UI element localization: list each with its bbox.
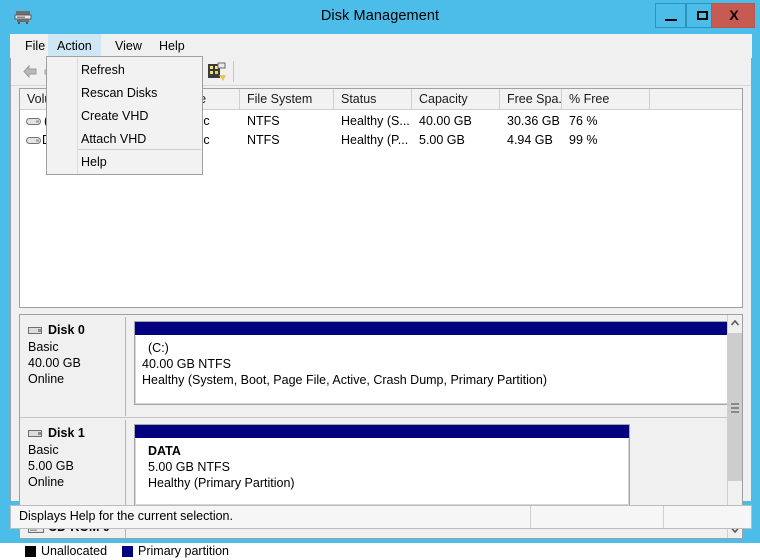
status-divider xyxy=(530,506,531,528)
menu-view[interactable]: View xyxy=(106,34,151,58)
cell-file-system: NTFS xyxy=(247,114,280,128)
maximize-icon xyxy=(697,11,708,20)
cell-status: Healthy (S... xyxy=(341,114,410,128)
partition-area-1: DATA 5.00 GB NTFS Healthy (Primary Parti… xyxy=(130,420,726,516)
partition-c[interactable]: (C:) 40.00 GB NTFS Healthy (System, Boot… xyxy=(134,321,742,405)
status-divider xyxy=(663,506,664,528)
minimize-button[interactable] xyxy=(655,3,686,28)
cell-file-system: NTFS xyxy=(247,133,280,147)
partition-details: (C:) 40.00 GB NTFS Healthy (System, Boot… xyxy=(135,336,741,404)
grip-line xyxy=(731,411,739,413)
disk-size: 40.00 GB xyxy=(28,356,81,370)
cell-capacity: 40.00 GB xyxy=(419,114,472,128)
menu-bar: File Action View Help xyxy=(10,34,752,58)
close-icon: X xyxy=(729,7,739,23)
partition-label: DATA xyxy=(148,444,181,458)
scrollbar-thumb[interactable] xyxy=(728,333,742,481)
cell-percent-free: 76 % xyxy=(569,114,598,128)
disk-row-0[interactable]: Disk 0 Basic 40.00 GB Online (C:) 40.00 … xyxy=(20,315,742,418)
back-arrow-icon[interactable] xyxy=(21,63,39,80)
menu-item-rescan-disks[interactable]: Rescan Disks xyxy=(48,82,202,105)
disk-management-window: Disk Management X File Action View Help xyxy=(0,0,760,558)
legend-swatch-primary xyxy=(122,546,133,557)
grip-line xyxy=(731,407,739,409)
grip-line xyxy=(731,403,739,405)
disk-title: Disk 1 xyxy=(28,426,125,442)
partition-details: DATA 5.00 GB NTFS Healthy (Primary Parti… xyxy=(135,439,629,505)
legend: Unallocated Primary partition xyxy=(19,544,743,560)
disk-drive-icon xyxy=(28,428,44,439)
menu-item-help[interactable]: Help xyxy=(48,151,202,174)
window-title: Disk Management xyxy=(320,8,440,24)
volume-drive-icon xyxy=(26,116,41,127)
toolbar-separator xyxy=(233,61,234,82)
disk-row-1[interactable]: Disk 1 Basic 5.00 GB Online DATA 5.00 GB… xyxy=(20,418,728,519)
legend-label-unallocated: Unallocated xyxy=(41,544,108,558)
cell-free-space: 4.94 GB xyxy=(507,133,553,147)
disk-title: Disk 0 xyxy=(28,323,125,339)
column-header-free-space[interactable]: Free Spa... xyxy=(500,89,562,109)
disk-state: Online xyxy=(28,475,65,489)
column-header-file-system[interactable]: File System xyxy=(240,89,334,109)
menu-item-create-vhd[interactable]: Create VHD xyxy=(48,105,202,128)
title-bar: Disk Management X xyxy=(0,0,760,34)
partition-color-bar xyxy=(135,425,629,438)
disk-drive-icon xyxy=(28,325,44,336)
menu-separator xyxy=(78,149,201,150)
menu-help[interactable]: Help xyxy=(150,34,194,58)
action-dropdown-menu: Refresh Rescan Disks Create VHD Attach V… xyxy=(46,56,203,175)
disk-size: 5.00 GB xyxy=(28,459,74,473)
status-message: Displays Help for the current selection. xyxy=(19,509,233,523)
partition-status: Healthy (System, Boot, Page File, Active… xyxy=(142,373,547,387)
legend-label-primary: Primary partition xyxy=(138,544,229,558)
volume-drive-icon xyxy=(26,135,41,146)
partition-color-bar xyxy=(135,322,741,335)
rescan-disks-icon[interactable] xyxy=(207,62,227,81)
close-button[interactable]: X xyxy=(711,3,755,28)
cell-capacity: 5.00 GB xyxy=(419,133,465,147)
disk-type: Basic xyxy=(28,443,59,457)
disk-type: Basic xyxy=(28,340,59,354)
partition-size-fs: 5.00 GB NTFS xyxy=(148,460,230,474)
cell-percent-free: 99 % xyxy=(569,133,598,147)
scroll-up-arrow-icon[interactable] xyxy=(728,315,742,332)
column-header-empty[interactable] xyxy=(650,89,740,109)
column-header-status[interactable]: Status xyxy=(334,89,412,109)
menu-item-attach-vhd[interactable]: Attach VHD xyxy=(48,128,202,151)
partition-data[interactable]: DATA 5.00 GB NTFS Healthy (Primary Parti… xyxy=(134,424,630,506)
partition-size-fs: 40.00 GB NTFS xyxy=(142,357,231,371)
status-bar: Displays Help for the current selection. xyxy=(10,505,752,529)
disk-info-1[interactable]: Disk 1 Basic 5.00 GB Online xyxy=(22,420,126,517)
cell-status: Healthy (P... xyxy=(341,133,409,147)
partition-area-0: (C:) 40.00 GB NTFS Healthy (System, Boot… xyxy=(130,317,742,415)
disk-name: Disk 0 xyxy=(48,323,85,337)
disk-state: Online xyxy=(28,372,65,386)
partition-status: Healthy (Primary Partition) xyxy=(148,476,295,490)
legend-swatch-unallocated xyxy=(25,546,36,557)
menu-item-refresh[interactable]: Refresh xyxy=(48,59,202,82)
menu-action[interactable]: Action xyxy=(48,34,101,58)
minimize-icon xyxy=(665,19,677,21)
disk-info-0[interactable]: Disk 0 Basic 40.00 GB Online xyxy=(22,317,126,416)
column-header-percent-free[interactable]: % Free xyxy=(562,89,650,109)
column-header-capacity[interactable]: Capacity xyxy=(412,89,500,109)
cell-free-space: 30.36 GB xyxy=(507,114,560,128)
partition-label: (C:) xyxy=(148,341,169,355)
disk-name: Disk 1 xyxy=(48,426,85,440)
